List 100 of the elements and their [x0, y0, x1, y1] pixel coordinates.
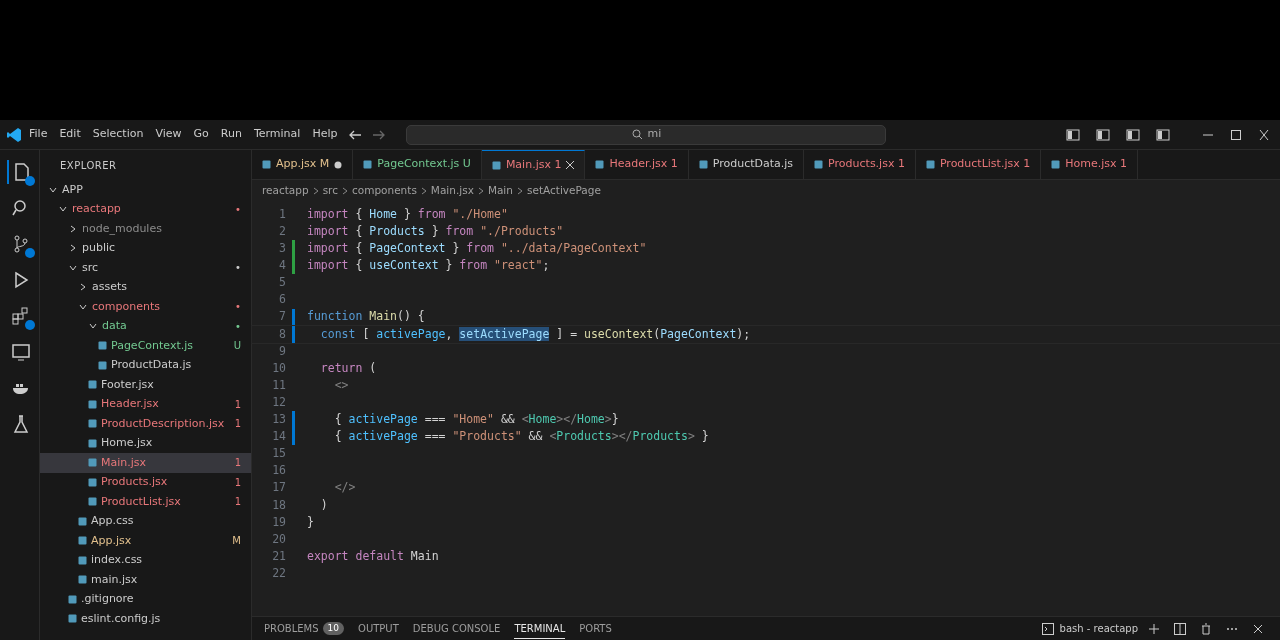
terminal-name[interactable]: bash - reactapp [1059, 621, 1138, 636]
git-status: • [235, 300, 241, 315]
badge-dot [24, 176, 35, 186]
forward-arrow-icon [372, 128, 387, 141]
file-name: reactapp [72, 201, 122, 217]
breadcrumb-item[interactable]: reactapp [262, 183, 309, 199]
menu-item[interactable]: Terminal [248, 124, 306, 145]
tree-folder-row[interactable]: public [40, 238, 251, 258]
tree-entry-row[interactable]: Home.jsx [40, 433, 251, 453]
chevron-right-icon [420, 187, 427, 195]
split-icon [1174, 622, 1186, 635]
code-line: return ( [319, 359, 377, 377]
tree-entry-row[interactable]: eslint.config.js [40, 609, 251, 629]
tree-folder-row[interactable]: src • [40, 258, 251, 278]
tree-folder-row[interactable]: node_modules [40, 219, 251, 239]
code-line: import { Products } from "./Products" [307, 223, 564, 240]
line-number: 16 [271, 462, 287, 480]
code-line: { activePage === "Products" && <Products></Products> } [333, 428, 709, 446]
git-status: 1 [234, 495, 241, 510]
breadcrumb-item[interactable]: components [352, 183, 417, 199]
panel-tab[interactable]: DEBUG CONSOLE [412, 619, 501, 638]
tree-entry-row[interactable]: App.css [40, 511, 251, 531]
tree-entry-row[interactable]: .gitignore [40, 589, 251, 609]
git-status: 1 [234, 475, 241, 490]
command-center-text: mi [647, 126, 662, 143]
secondary-sidebar-icon [1126, 128, 1140, 141]
terminal-icon [1041, 622, 1054, 635]
line-number: 6 [278, 291, 287, 309]
tree-folder-row[interactable]: assets [40, 277, 251, 297]
file-name: public [82, 240, 117, 256]
tree-entry-row[interactable]: Footer.jsx [40, 375, 251, 395]
line-number: 1 [278, 205, 287, 223]
line-number: 10 [271, 359, 287, 377]
file-name: Header.jsx [101, 396, 160, 412]
panel-tab[interactable]: PROBLEMS 10 [264, 619, 345, 638]
menu-item[interactable]: Go [188, 124, 214, 145]
code-line: import { PageContext } from "../data/PageContext" [307, 240, 647, 258]
tree-entry-row[interactable]: Products.jsx 1 [40, 472, 251, 492]
line-number: 13 [271, 411, 287, 429]
line-number: 21 [271, 547, 287, 565]
git-status: 1 [234, 397, 241, 412]
line-number: 11 [271, 376, 287, 394]
tree-entry-row[interactable]: App.jsx M [40, 531, 251, 551]
breadcrumb-item[interactable]: Main.jsx [430, 183, 474, 199]
tree-entry-row[interactable]: ProductDescription.jsx 1 [40, 414, 251, 434]
chevron-right-icon [516, 187, 523, 195]
menu-item[interactable]: Selection [87, 124, 149, 145]
code-line: export default Main [307, 547, 439, 565]
file-name: assets [92, 279, 128, 295]
git-status: • [235, 319, 241, 334]
tree-entry-row[interactable]: index.css [40, 550, 251, 570]
file-name: Products.jsx [101, 474, 169, 490]
menu-item[interactable]: Run [215, 124, 247, 145]
code-line: const [ activePage, setActivePage ] = useContext(PageContext); [319, 325, 751, 343]
file-name: .gitignore [81, 591, 135, 607]
tree-folder-row[interactable]: components • [40, 297, 251, 317]
code-line: ) [319, 496, 328, 514]
file-name: data [102, 318, 128, 334]
line-number: 2 [278, 223, 287, 240]
problem-count: 10 [322, 621, 345, 636]
tree-entry-row[interactable]: Main.jsx 1 [40, 453, 251, 473]
line-number: 14 [271, 428, 287, 446]
sidebar-title: EXPLORER [60, 158, 117, 173]
code-line: } [307, 513, 314, 531]
menu-item[interactable]: View [150, 124, 187, 145]
tree-entry-row[interactable]: ProductList.jsx 1 [40, 492, 251, 512]
command-center[interactable]: mi [406, 124, 887, 145]
menu-item[interactable]: File [24, 124, 53, 145]
menu-item[interactable]: Edit [54, 124, 86, 145]
line-number: 20 [271, 530, 287, 548]
code-line: <> [333, 376, 349, 394]
panel-tab[interactable]: TERMINAL [514, 618, 566, 639]
breadcrumb-item[interactable]: src [322, 183, 338, 199]
breadcrumb-item[interactable]: Main [487, 183, 513, 199]
panel-tab[interactable]: OUTPUT [358, 619, 399, 638]
unsaved-dot-icon [334, 160, 343, 169]
activity-bar-button[interactable] [6, 160, 33, 184]
line-number: 3 [278, 240, 287, 258]
breadcrumb-item[interactable]: setActivePage [526, 183, 601, 199]
trash-icon [1200, 622, 1212, 635]
editor-tab[interactable]: Main.jsx 1 [481, 150, 586, 179]
tree-entry-row[interactable]: main.jsx [40, 570, 251, 590]
line-number: 5 [278, 274, 287, 292]
line-number: 18 [271, 496, 287, 514]
line-number: 4 [278, 257, 287, 275]
tree-folder-row[interactable]: data • [40, 316, 251, 336]
monitor-icon [10, 342, 31, 362]
chevron-right-icon [312, 187, 319, 195]
file-name: ProductList.jsx [101, 493, 182, 510]
tree-entry-row[interactable]: Header.jsx 1 [40, 394, 251, 414]
tree-folder-row[interactable]: APP [40, 180, 251, 200]
menu-item[interactable]: Help [307, 124, 343, 145]
file-name: Home.jsx [101, 435, 154, 451]
tree-entry-row[interactable]: ProductData.js [40, 355, 251, 375]
file-name: PageContext.js [111, 337, 194, 354]
panel-tab[interactable]: PORTS [579, 619, 612, 638]
file-name: APP [62, 181, 84, 198]
file-name: eslint.config.js [81, 610, 162, 627]
tree-entry-row[interactable]: PageContext.js U [40, 336, 251, 356]
tree-folder-row[interactable]: reactapp • [40, 199, 251, 219]
